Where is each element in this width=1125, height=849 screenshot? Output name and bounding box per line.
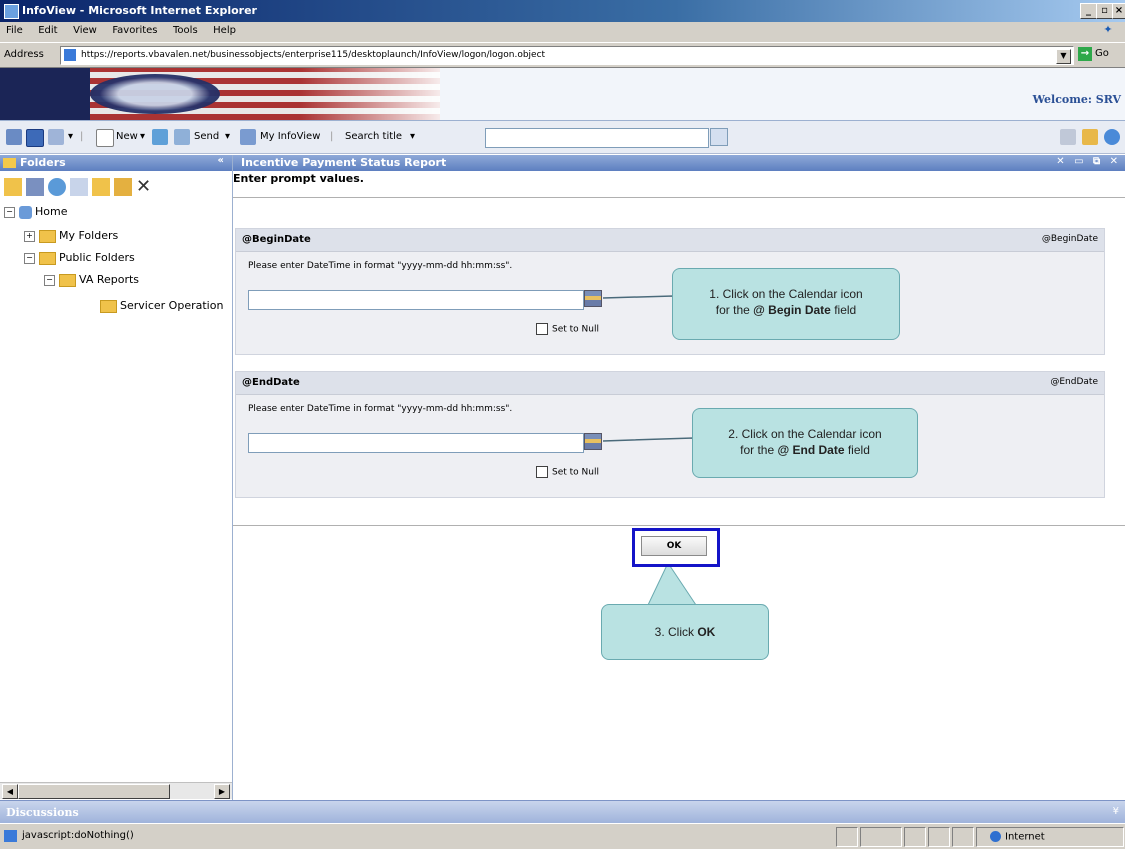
ok-highlight-box: OK <box>632 528 720 567</box>
ok-button[interactable]: OK <box>641 536 707 556</box>
discussions-bar[interactable]: Discussions ¥ <box>0 800 1125 823</box>
status-bar: javascript:doNothing() Internet <box>0 823 1125 849</box>
callout-end-date: 2. Click on the Calendar icon for the @ … <box>692 408 918 478</box>
callout-2-line2: for the @ End Date field <box>740 443 870 457</box>
globe-icon <box>990 831 1001 842</box>
callout-1-pointer <box>602 295 674 304</box>
callout-connectors <box>602 295 697 606</box>
callout-1-line2: for the @ Begin Date field <box>715 303 857 317</box>
callout-3-pointer <box>647 562 697 606</box>
security-zone: Internet <box>990 831 1045 843</box>
discussions-label: Discussions <box>6 806 79 819</box>
callout-2-pointer <box>602 437 694 446</box>
status-text: javascript:doNothing() <box>22 830 134 841</box>
page-status-icon <box>4 830 17 842</box>
progress-cell <box>860 827 902 847</box>
callout-begin-date: 1. Click on the Calendar icon for the @ … <box>672 268 900 340</box>
callout-2-line1: 2. Click on the Calendar icon <box>728 427 882 441</box>
callout-1-line1: 1. Click on the Calendar icon <box>709 287 863 301</box>
callout-ok: 3. Click OK <box>601 604 769 660</box>
expand-discussions-icon[interactable]: ¥ <box>1113 806 1119 817</box>
callout-3-text: 3. Click OK <box>654 625 716 639</box>
